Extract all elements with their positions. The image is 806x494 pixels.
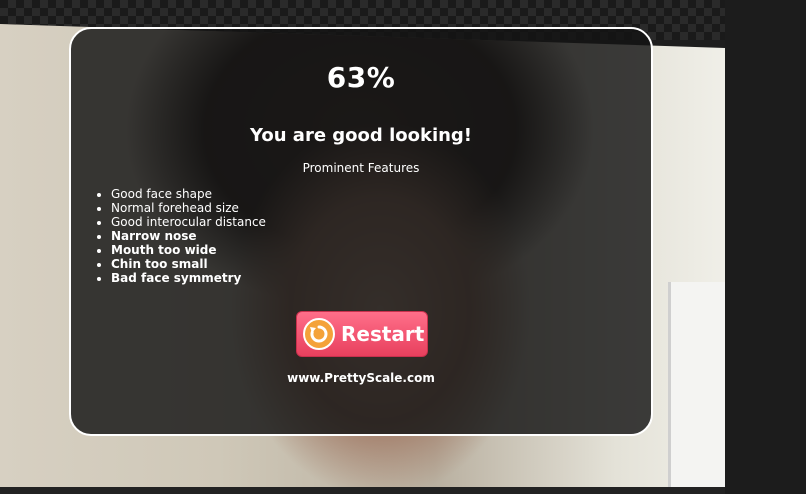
result-card: 63% You are good looking! Prominent Feat… xyxy=(69,27,653,436)
photo-background-window xyxy=(668,282,728,487)
feature-item: Mouth too wide xyxy=(111,243,266,257)
restart-icon xyxy=(303,318,335,350)
feature-item: Chin too small xyxy=(111,257,266,271)
restart-button[interactable]: Restart xyxy=(296,311,428,357)
restart-label: Restart xyxy=(341,322,425,346)
site-url: www.PrettyScale.com xyxy=(287,371,435,385)
features-list: Good face shape Normal forehead size Goo… xyxy=(93,187,266,285)
feature-item: Good face shape xyxy=(111,187,266,201)
feature-item: Narrow nose xyxy=(111,229,266,243)
verdict-text: You are good looking! xyxy=(249,125,473,146)
bottom-bar xyxy=(0,487,725,494)
features-heading: Prominent Features xyxy=(302,161,420,175)
feature-item: Good interocular distance xyxy=(111,215,266,229)
score-percentage: 63% xyxy=(326,61,396,94)
feature-item: Bad face symmetry xyxy=(111,271,266,285)
app-viewport: 63% You are good looking! Prominent Feat… xyxy=(0,0,806,494)
right-side-strip xyxy=(725,0,806,494)
feature-item: Normal forehead size xyxy=(111,201,266,215)
